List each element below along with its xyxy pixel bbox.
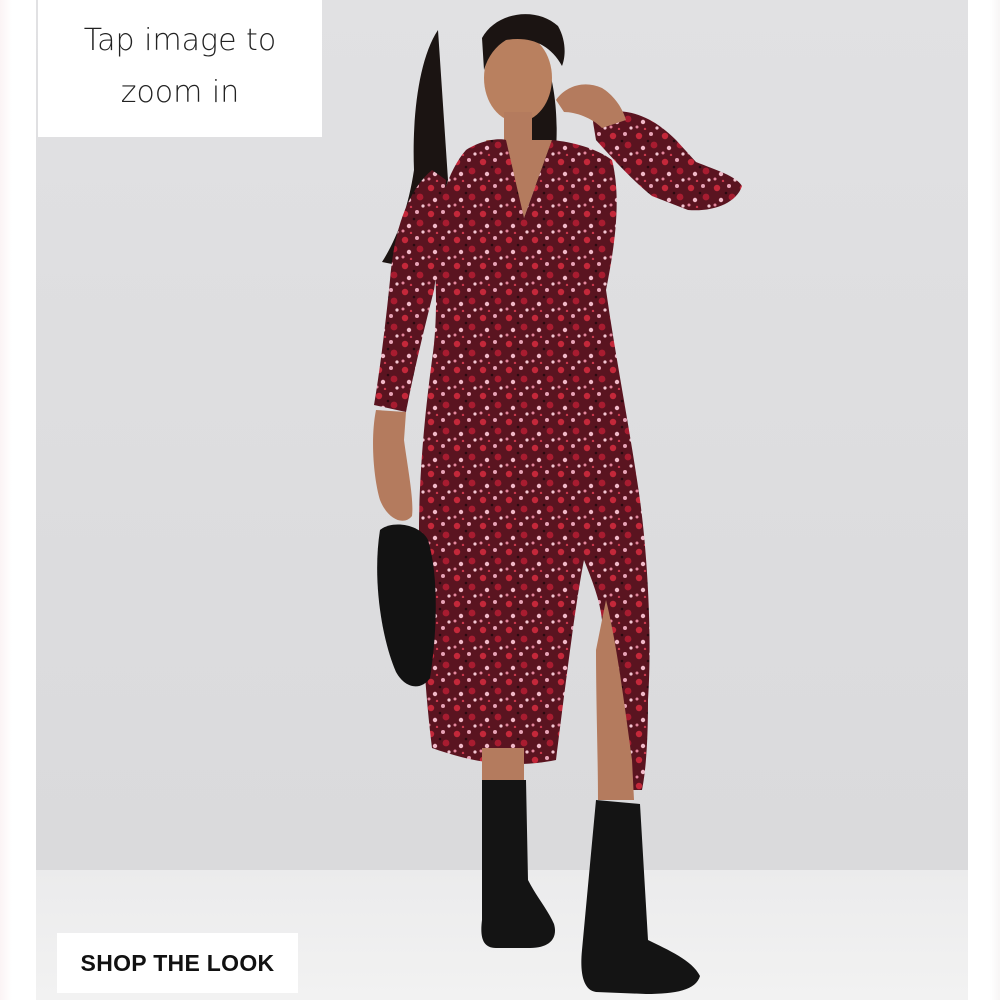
zoom-hint-panel: Tap image to zoom in — [38, 0, 322, 137]
model-figure — [373, 14, 742, 994]
right-edge — [968, 0, 1000, 1000]
zoom-hint-text: Tap image to zoom in — [83, 22, 277, 110]
left-edge — [0, 0, 12, 1000]
shop-the-look-button[interactable]: SHOP THE LOOK — [57, 933, 298, 993]
product-image[interactable] — [36, 0, 968, 1000]
